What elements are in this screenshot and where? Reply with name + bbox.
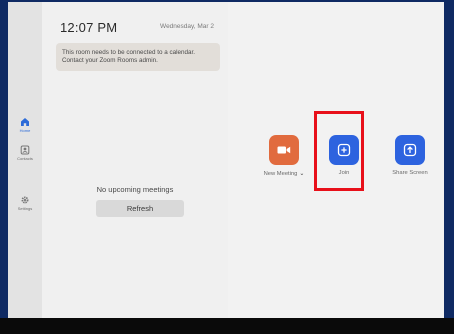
settings-icon (21, 196, 29, 204)
nav-item-contacts[interactable]: Contacts (8, 145, 42, 161)
plus-icon (337, 143, 351, 157)
side-nav: Home Contacts Settings (8, 2, 43, 318)
current-time: 12:07 PM (60, 20, 118, 35)
new-meeting-label: New Meeting (263, 171, 298, 177)
new-meeting-action[interactable]: New Meeting ⌄ (254, 135, 314, 177)
calendar-notice: This room needs to be connected to a cal… (56, 43, 220, 71)
current-date: Wednesday, Mar 2 (160, 23, 214, 30)
no-meetings-text: No upcoming meetings (96, 185, 174, 194)
join-label: Join (338, 170, 350, 176)
refresh-button[interactable]: Refresh (96, 200, 184, 217)
camera-icon (277, 146, 291, 154)
contacts-icon (20, 145, 30, 155)
join-button[interactable] (329, 135, 359, 165)
zoom-rooms-screen: Home Contacts Settings 12:07 PM Wednesda… (8, 2, 444, 318)
join-action[interactable]: Join (319, 135, 369, 176)
upload-arrow-icon (403, 143, 417, 157)
nav-item-settings[interactable]: Settings (8, 195, 42, 211)
nav-label-contacts: Contacts (17, 156, 33, 161)
home-icon (21, 118, 29, 126)
share-screen-button[interactable] (395, 135, 425, 165)
nav-label-settings: Settings (17, 206, 33, 211)
actions-panel: New Meeting ⌄ Join Share Screen (228, 2, 444, 318)
nav-item-home[interactable]: Home (8, 117, 42, 133)
bottom-band (0, 318, 454, 334)
share-screen-label: Share Screen (392, 170, 428, 176)
share-screen-action[interactable]: Share Screen (380, 135, 440, 176)
new-meeting-button[interactable] (269, 135, 299, 165)
nav-label-home: Home (19, 128, 31, 133)
chevron-down-icon[interactable]: ⌄ (299, 170, 304, 177)
meetings-panel: 12:07 PM Wednesday, Mar 2 This room need… (42, 2, 228, 318)
